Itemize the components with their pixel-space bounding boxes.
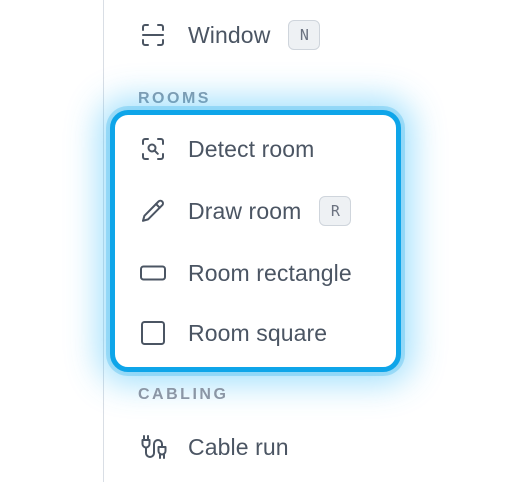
tool-draw-room[interactable]: Draw room R: [138, 191, 352, 231]
window-scan-icon: [138, 20, 168, 50]
tool-detect-room-label: Detect room: [188, 135, 315, 162]
tool-room-square[interactable]: Room square: [140, 313, 327, 353]
pencil-icon: [138, 196, 168, 226]
tool-cable-run[interactable]: Cable run: [140, 427, 289, 467]
tool-cable-run-label: Cable run: [188, 433, 289, 460]
square-icon: [138, 318, 168, 348]
scan-search-icon: [138, 134, 168, 164]
shortcut-badge-n: N: [288, 20, 321, 50]
tool-draw-room-label: Draw room: [188, 197, 302, 224]
section-heading-rooms: ROOMS: [138, 90, 211, 107]
section-heading-cabling: CABLING: [138, 386, 229, 403]
tool-room-rectangle[interactable]: Room rectangle: [140, 253, 352, 293]
tool-window[interactable]: Window N: [138, 15, 321, 55]
rectangle-icon: [138, 258, 168, 288]
tool-room-rectangle-label: Room rectangle: [188, 259, 352, 286]
cable-icon: [138, 432, 168, 462]
tool-room-square-label: Room square: [188, 319, 328, 346]
shortcut-badge-r: R: [319, 196, 352, 226]
tool-detect-room[interactable]: Detect room: [140, 129, 314, 169]
tool-window-label: Window: [188, 21, 271, 48]
sidebar-divider: [103, 0, 104, 482]
